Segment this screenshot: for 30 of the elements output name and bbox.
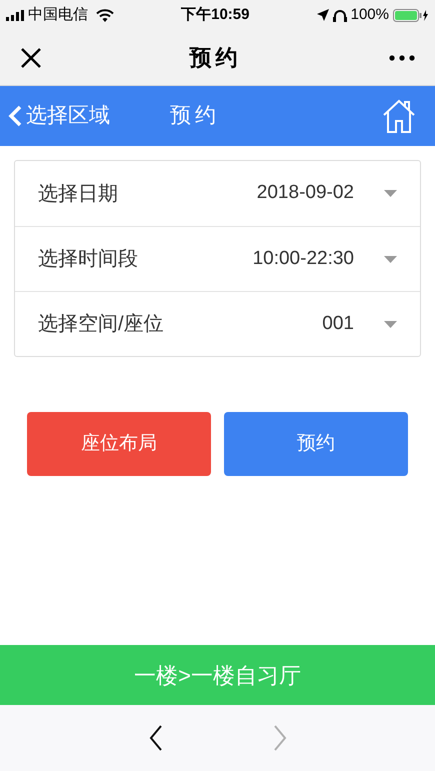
row-value: 001 [322, 312, 354, 336]
dropdown-caret-icon [384, 190, 397, 197]
chevron-left-icon [8, 105, 22, 127]
action-button[interactable]: 预约 [224, 412, 408, 476]
action-button[interactable]: 座位布局 [27, 412, 211, 476]
carrier-name: 中国电信 [28, 4, 88, 25]
row-label: 选择日期 [38, 182, 118, 206]
row-value: 2018-09-02 [256, 181, 354, 206]
location-arrow-icon [316, 9, 329, 21]
chevron-left-icon[interactable] [148, 725, 162, 751]
form-row[interactable]: 选择空间/座位 001 [15, 291, 420, 356]
row-label: 选择时间段 [38, 247, 138, 272]
wifi-icon [96, 8, 114, 22]
clock-time: 下午10:59 [181, 4, 250, 25]
dropdown-caret-icon [384, 320, 397, 328]
form-row[interactable]: 选择日期 2018-09-02 [15, 161, 420, 226]
form-row[interactable]: 选择时间段 10:00-22:30 [15, 226, 420, 291]
row-value: 10:00-22:30 [252, 246, 354, 271]
dropdown-caret-icon [384, 256, 397, 262]
home-icon[interactable] [383, 99, 415, 133]
window-title: 预约 [190, 44, 242, 72]
headphones-icon [332, 8, 347, 22]
row-label: 选择空间/座位 [38, 312, 164, 337]
more-icon[interactable] [389, 54, 415, 60]
battery-percent: 100% [350, 4, 389, 25]
battery-icon [393, 8, 429, 22]
location-path: 一楼>一楼自习厅 [134, 662, 301, 690]
close-icon[interactable] [20, 46, 42, 68]
page-title: 预约 [170, 103, 220, 130]
signal-icon [6, 10, 24, 20]
